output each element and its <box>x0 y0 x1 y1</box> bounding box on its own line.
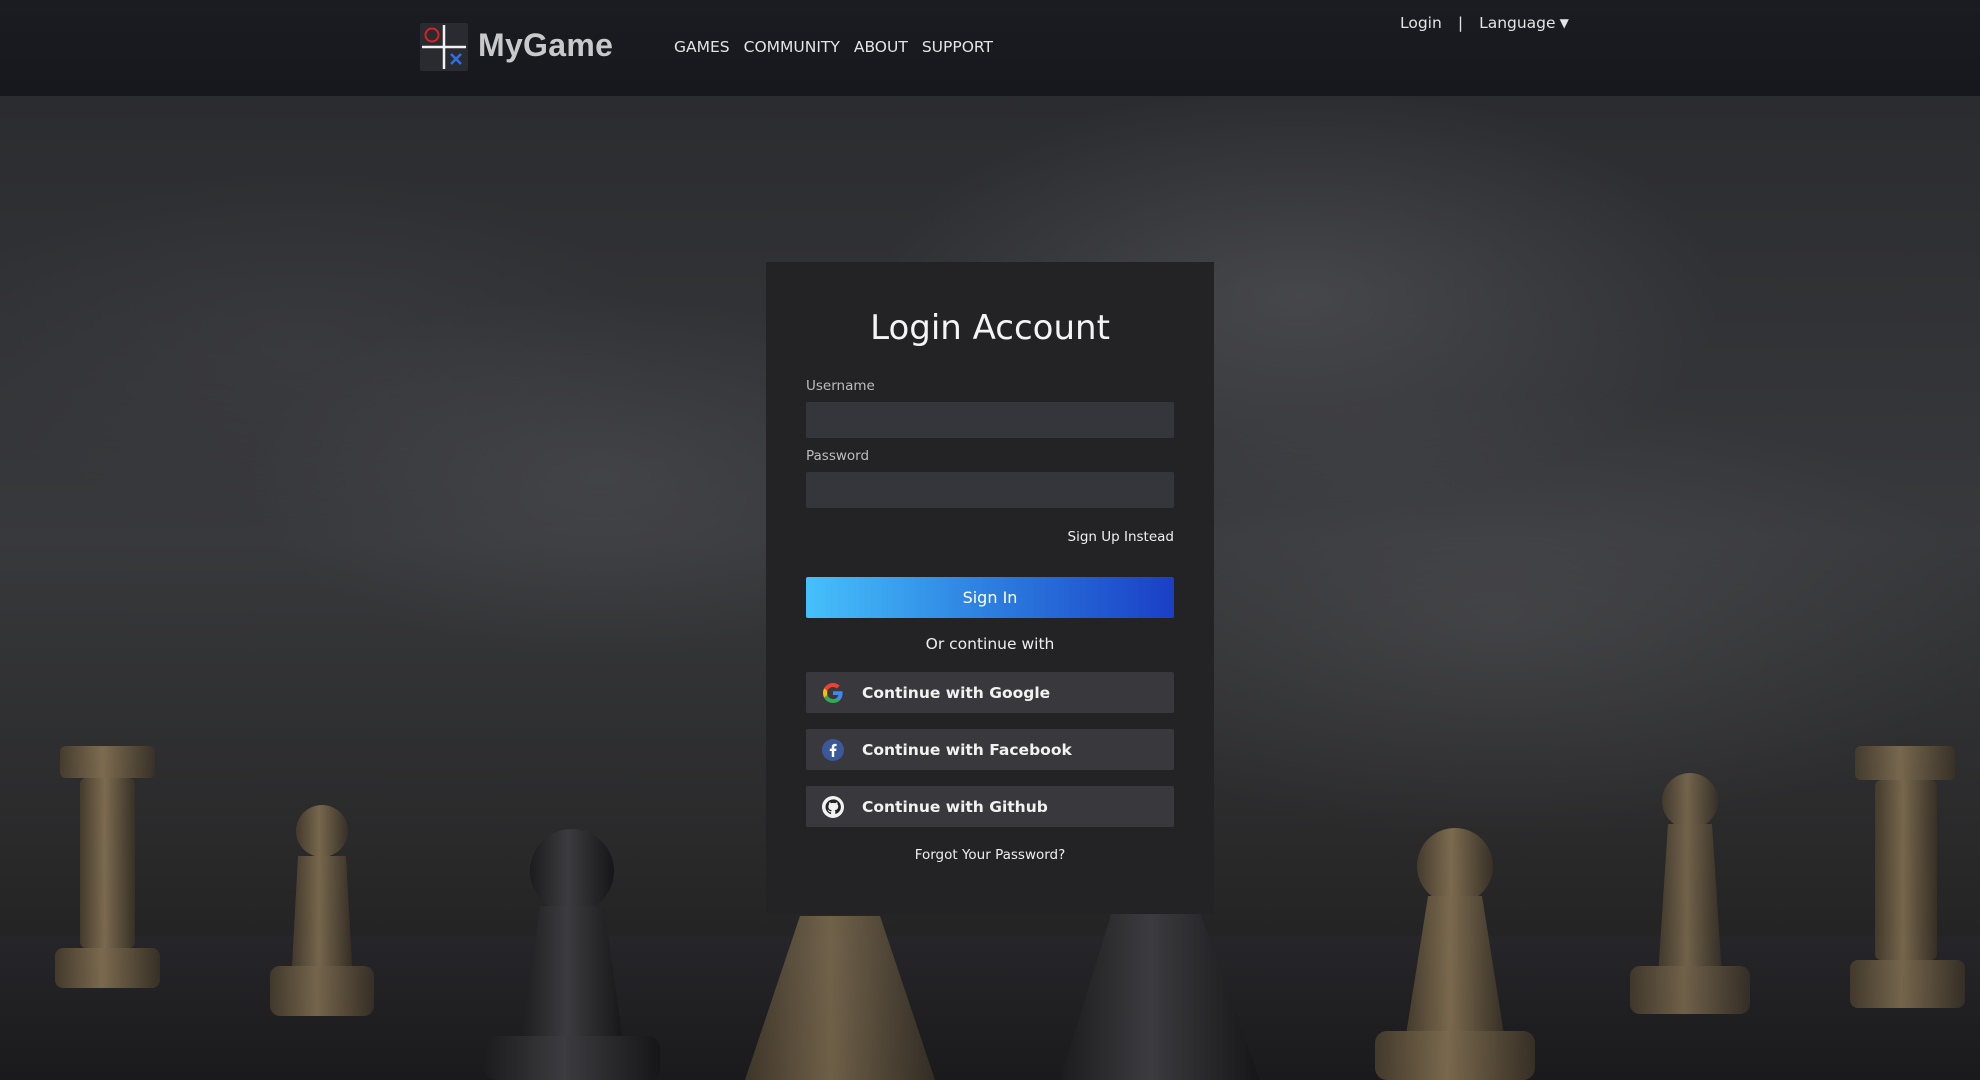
nav-about[interactable]: ABOUT <box>854 38 908 56</box>
facebook-button-label: Continue with Facebook <box>862 740 1072 759</box>
nav-support[interactable]: SUPPORT <box>922 38 993 56</box>
login-title: Login Account <box>870 308 1110 348</box>
password-label: Password <box>806 448 870 464</box>
sign-up-link[interactable]: Sign Up Instead <box>1068 529 1175 545</box>
username-label: Username <box>806 378 875 394</box>
username-input[interactable] <box>806 402 1174 438</box>
github-icon <box>820 794 846 820</box>
nav-community[interactable]: COMMUNITY <box>744 38 840 56</box>
language-dropdown[interactable]: Language ▼ <box>1479 14 1569 32</box>
sign-in-button[interactable]: Sign In <box>806 577 1174 618</box>
password-input[interactable] <box>806 472 1174 508</box>
tic-tac-toe-logo-icon[interactable] <box>420 23 468 71</box>
continue-google-button[interactable]: Continue with Google <box>806 672 1174 713</box>
continue-facebook-button[interactable]: Continue with Facebook <box>806 729 1174 770</box>
forgot-password-link[interactable]: Forgot Your Password? <box>766 847 1214 863</box>
top-navbar: MyGame GAMES COMMUNITY ABOUT SUPPORT Log… <box>0 0 1980 96</box>
continue-github-button[interactable]: Continue with Github <box>806 786 1174 827</box>
main-nav: GAMES COMMUNITY ABOUT SUPPORT <box>674 38 993 56</box>
nav-games[interactable]: GAMES <box>674 38 730 56</box>
separator: | <box>1457 14 1464 32</box>
github-button-label: Continue with Github <box>862 797 1048 816</box>
brand-name[interactable]: MyGame <box>478 27 613 64</box>
chevron-down-icon: ▼ <box>1559 16 1569 30</box>
or-continue-text: Or continue with <box>925 635 1055 653</box>
google-button-label: Continue with Google <box>862 683 1051 702</box>
facebook-icon <box>820 737 846 763</box>
language-label: Language <box>1479 14 1556 32</box>
google-icon <box>820 680 846 706</box>
account-menu: Login | Language ▼ <box>1400 14 1569 32</box>
login-card: Login Account Username Password Sign Up … <box>766 262 1214 914</box>
login-link[interactable]: Login <box>1400 14 1442 32</box>
